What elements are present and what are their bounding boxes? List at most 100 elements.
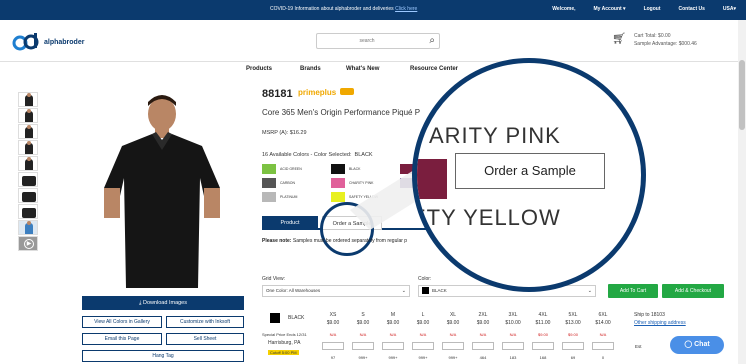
product-sku: 88181 [262, 88, 293, 100]
tab-product[interactable]: Product [262, 216, 318, 230]
nav-whats-new[interactable]: What's New [346, 66, 379, 72]
price: $11.00 [535, 320, 551, 326]
thumbnail[interactable] [18, 92, 38, 107]
color-chip [422, 287, 429, 295]
thumbnail[interactable] [18, 124, 38, 139]
stock-count: 999+ [418, 355, 428, 360]
size-label: 3XL [508, 312, 518, 318]
size-label: 4XL [538, 312, 548, 318]
thumbnail[interactable] [18, 220, 38, 235]
chevron-down-icon: ⌄ [401, 288, 406, 294]
stock-count: 999+ [388, 355, 398, 360]
cart-summary[interactable]: 🛒︎ Cart Total: $0.00 Sample Advantage: $… [612, 32, 697, 48]
qty-input-l[interactable] [412, 342, 434, 350]
swatch-label: ACID GREEN [280, 167, 302, 171]
grid-view-select[interactable]: One Color: All Warehouses ⌄ [262, 285, 410, 297]
special-price: N/A [419, 332, 427, 337]
customize-inksoft-button[interactable]: Customize with Inksoft [166, 316, 244, 328]
qty-input-xl[interactable] [442, 342, 464, 350]
thumbnail[interactable] [18, 156, 38, 171]
scrollbar[interactable] [738, 20, 746, 364]
price: $10.00 [505, 320, 521, 326]
grid-view-label: Grid View: [262, 276, 285, 282]
thumbnail[interactable] [18, 188, 38, 203]
qty-input-5xl[interactable] [562, 342, 584, 350]
view-all-colors-button[interactable]: View All Colors in Gallery [82, 316, 162, 328]
price: $9.00 [476, 320, 490, 326]
sample-advantage: Sample Advantage: $000.46 [633, 41, 697, 47]
special-price: N/A [509, 332, 517, 337]
covid-link[interactable]: Click here [395, 6, 417, 12]
chevron-down-icon: ⌄ [587, 288, 592, 294]
size-label: XS [329, 312, 337, 318]
zoomed-order-sample-button[interactable]: Order a Sample [455, 153, 605, 189]
size-label: 6XL [598, 312, 608, 318]
thumbnail[interactable] [18, 140, 38, 155]
size-label: XL [449, 312, 457, 318]
search-input[interactable] [317, 34, 417, 48]
thumbnail[interactable] [18, 204, 38, 219]
warehouse-name: Harrisburg, PA [268, 340, 301, 346]
stock-count: 999+ [448, 355, 458, 360]
cart-total: Cart Total: $0.00 [633, 33, 671, 39]
swatch-label: CARBON [280, 181, 295, 185]
video-thumbnail[interactable]: ▶ [18, 236, 38, 251]
zoomed-text-bottom: ETY YELLOW [412, 205, 561, 230]
nav-brands[interactable]: Brands [300, 66, 321, 72]
region-menu[interactable]: USA▾ [723, 6, 736, 12]
logo[interactable]: alphabroder [12, 33, 84, 51]
swatch-acid-green[interactable] [262, 164, 276, 174]
chat-button[interactable]: ◯ Chat [670, 336, 724, 354]
nav-products[interactable]: Products [246, 66, 272, 72]
logout-link[interactable]: Logout [644, 6, 661, 12]
email-page-button[interactable]: Email this Page [82, 333, 162, 345]
zoom-magnifier: ARITY PINK Order a Sample ETY YELLOW [412, 58, 646, 292]
hang-tag-button[interactable]: Hang Tag [82, 350, 244, 362]
special-price: $9.00 [567, 332, 578, 337]
row-color-name: BLACK [288, 315, 305, 321]
price: $9.00 [386, 320, 400, 326]
size-label: 2XL [478, 312, 488, 318]
logo-icon [12, 33, 39, 51]
my-account-menu[interactable]: My Account ▾ [594, 6, 626, 12]
ship-to: Ship to 18103 [634, 312, 665, 318]
nav-resource-center[interactable]: Resource Center [410, 66, 458, 72]
cart-icon[interactable]: 🛒︎ [612, 32, 626, 48]
special-price: N/A [449, 332, 457, 337]
scrollbar-thumb[interactable] [739, 60, 745, 130]
top-bar: COVID-19 Information about alphabroder a… [0, 0, 746, 20]
product-image [82, 88, 242, 288]
add-checkout-button[interactable]: Add & Checkout [662, 284, 724, 298]
other-shipping-link[interactable]: Other shipping address [634, 320, 686, 326]
contact-link[interactable]: Contact Us [679, 6, 705, 12]
chat-bubble-icon: ◯ [684, 341, 693, 348]
qty-input-xs[interactable] [322, 342, 344, 350]
price: $13.00 [565, 320, 581, 326]
stock-count: 183 [509, 355, 517, 360]
swatch-carbon[interactable] [262, 178, 276, 188]
size-header-row: BLACK XS $9.00 S $9.00 M $9.00 L $9.00 X… [262, 312, 732, 332]
search-icon[interactable]: ⌕ [429, 35, 435, 46]
qty-input-m[interactable] [382, 342, 404, 350]
qty-input-s[interactable] [352, 342, 374, 350]
search-box: ⌕ [316, 33, 440, 49]
play-icon: ▶ [24, 239, 34, 249]
price: $9.00 [356, 320, 370, 326]
swatch-platinum[interactable] [262, 192, 276, 202]
qty-input-2xl[interactable] [472, 342, 494, 350]
price: $9.00 [446, 320, 460, 326]
special-price-label: Special Price Ends 12/31 [262, 332, 307, 337]
add-to-cart-button[interactable]: Add To Cart [608, 284, 658, 298]
zoomed-swatch [417, 159, 447, 199]
qty-input-3xl[interactable] [502, 342, 524, 350]
stock-count: 464 [479, 355, 487, 360]
qty-input-4xl[interactable] [532, 342, 554, 350]
qty-input-6xl[interactable] [592, 342, 614, 350]
thumbnail[interactable] [18, 108, 38, 123]
download-images-button[interactable]: ⤓ Download Images [82, 296, 244, 310]
special-price: N/A [389, 332, 397, 337]
header: alphabroder ⌕ 🛒︎ Cart Total: $0.00 Sampl… [0, 20, 746, 62]
sell-sheet-button[interactable]: Sell Sheet [166, 333, 244, 345]
size-label: M [390, 312, 396, 318]
thumbnail[interactable] [18, 172, 38, 187]
